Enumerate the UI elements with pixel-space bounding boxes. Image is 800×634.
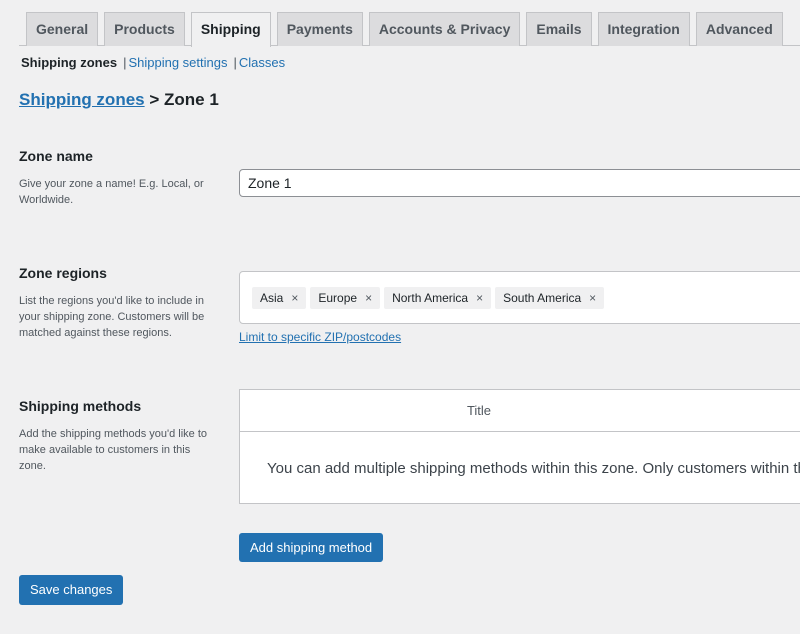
settings-tabs: General Products Shipping Payments Accou… (19, 12, 800, 47)
tab-shipping[interactable]: Shipping (190, 12, 271, 47)
region-tag-label: North America (392, 290, 469, 305)
remove-icon[interactable]: × (365, 291, 372, 305)
breadcrumb-shipping-zones-link[interactable]: Shipping zones (19, 90, 145, 109)
subnav-classes[interactable]: Classes (239, 55, 285, 70)
shipping-methods-description: Add the shipping methods you'd like to m… (19, 428, 207, 472)
tab-products[interactable]: Products (104, 12, 185, 46)
tab-integration[interactable]: Integration (597, 12, 690, 46)
region-tag-label: Asia (260, 290, 284, 305)
limit-postcodes-link[interactable]: Limit to specific ZIP/postcodes (239, 330, 401, 344)
remove-icon[interactable]: × (476, 291, 483, 305)
region-tag-label: Europe (318, 290, 358, 305)
subnav-shipping-settings[interactable]: Shipping settings (128, 55, 227, 70)
shipping-methods-table: Title You can add multiple shipping meth… (239, 389, 800, 504)
region-tag: South America × (495, 286, 605, 309)
region-tag-label: South America (503, 290, 582, 305)
remove-icon[interactable]: × (291, 291, 298, 305)
zone-name-description: Give your zone a name! E.g. Local, or Wo… (19, 178, 204, 206)
tab-emails[interactable]: Emails (526, 12, 592, 46)
region-tag: Asia × (252, 286, 307, 309)
add-shipping-method-button[interactable]: Add shipping method (239, 533, 384, 562)
empty-state-text: You can add multiple shipping methods wi… (267, 460, 800, 477)
subnav-shipping-zones: Shipping zones (21, 55, 118, 70)
tab-accounts-privacy[interactable]: Accounts & Privacy (368, 12, 521, 46)
breadcrumb-separator: > (149, 90, 160, 109)
tab-general[interactable]: General (26, 12, 99, 46)
zone-name-input[interactable]: Zone 1 (239, 169, 800, 197)
zone-regions-label: Zone regions (19, 265, 107, 281)
tab-advanced[interactable]: Advanced (695, 12, 783, 46)
breadcrumb-current: Zone 1 (164, 90, 219, 109)
tab-payments[interactable]: Payments (276, 12, 363, 46)
region-tag: Europe × (310, 286, 381, 309)
shipping-methods-label: Shipping methods (19, 398, 142, 414)
column-title: Title (240, 390, 800, 432)
remove-icon[interactable]: × (589, 291, 596, 305)
breadcrumb: Shipping zones > Zone 1 (19, 90, 219, 110)
region-tag: North America × (384, 286, 492, 309)
zone-name-label: Zone name (19, 148, 93, 164)
zone-regions-description: List the regions you'd like to include i… (19, 295, 205, 339)
save-changes-button[interactable]: Save changes (19, 575, 124, 605)
zone-regions-input[interactable]: Asia × Europe × North America × South Ameri… (239, 271, 800, 324)
subnav: Shipping zones | Shipping settings | Classes (21, 55, 286, 70)
